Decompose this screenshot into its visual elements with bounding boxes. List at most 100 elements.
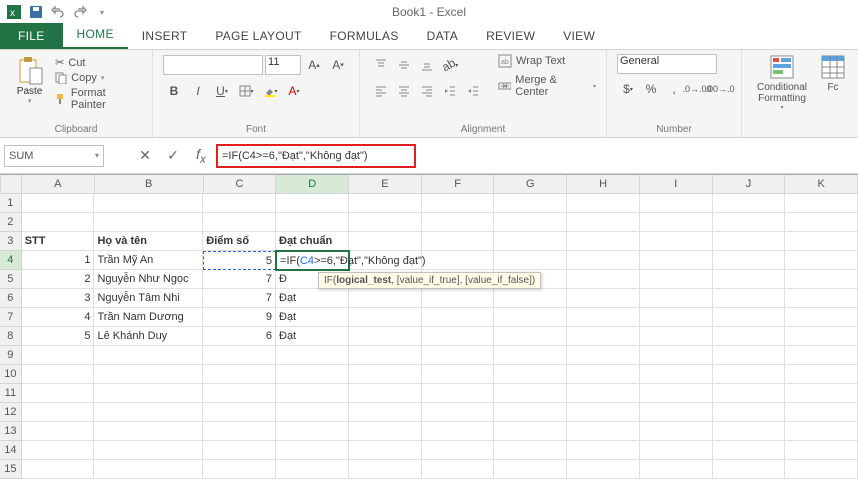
cell[interactable]: [785, 441, 858, 460]
enter-formula-button[interactable]: ✓: [160, 145, 186, 167]
cell[interactable]: [276, 441, 349, 460]
cell[interactable]: Trần Mỹ An: [94, 251, 203, 270]
cell[interactable]: [22, 213, 95, 232]
cell[interactable]: [567, 213, 640, 232]
copy-button[interactable]: Copy▾: [55, 72, 142, 84]
cell[interactable]: [203, 346, 276, 365]
format-painter-button[interactable]: Format Painter: [55, 87, 142, 111]
fill-color-button[interactable]: ▾: [259, 80, 281, 102]
cancel-formula-button[interactable]: ✕: [132, 145, 158, 167]
cell[interactable]: [640, 365, 713, 384]
cell[interactable]: STT: [22, 232, 95, 251]
cell[interactable]: 3: [22, 289, 95, 308]
col-head-f[interactable]: F: [422, 174, 495, 194]
cell[interactable]: [785, 289, 858, 308]
excel-icon[interactable]: x: [4, 2, 24, 22]
spreadsheet-grid[interactable]: A B C D E F G H I J K 1 2 3 STT Họ và tê…: [0, 174, 858, 479]
cell[interactable]: Đạt: [276, 289, 349, 308]
cell[interactable]: [567, 327, 640, 346]
cut-button[interactable]: ✂Cut: [55, 56, 142, 69]
cell[interactable]: [203, 194, 276, 213]
cell[interactable]: [276, 365, 349, 384]
font-size-select[interactable]: 11: [265, 55, 301, 75]
percent-button[interactable]: %: [640, 78, 662, 100]
cell[interactable]: [276, 384, 349, 403]
cell[interactable]: [494, 194, 567, 213]
cell[interactable]: [494, 327, 567, 346]
row-head[interactable]: 2: [0, 213, 22, 232]
cell[interactable]: [349, 403, 422, 422]
row-head[interactable]: 3: [0, 232, 22, 251]
cell[interactable]: [422, 251, 495, 270]
cell[interactable]: [349, 289, 422, 308]
cell[interactable]: [422, 232, 495, 251]
cell[interactable]: [713, 365, 786, 384]
cell[interactable]: [494, 365, 567, 384]
align-middle-button[interactable]: [393, 54, 415, 76]
cell[interactable]: Đạt: [276, 327, 349, 346]
cell-d4-editing[interactable]: =IF(C4>=6,"Đạt","Không đạt"): [276, 251, 349, 270]
align-bottom-button[interactable]: [416, 54, 438, 76]
row-head[interactable]: 9: [0, 346, 22, 365]
shrink-font-button[interactable]: A▾: [327, 54, 349, 76]
cell[interactable]: [785, 327, 858, 346]
tab-formulas[interactable]: FORMULAS: [316, 23, 413, 49]
cell[interactable]: [494, 460, 567, 479]
cell[interactable]: Đạt: [276, 308, 349, 327]
qat-more-icon[interactable]: ▾: [92, 2, 112, 22]
increase-indent-button[interactable]: [462, 80, 484, 102]
bold-button[interactable]: B: [163, 80, 185, 102]
cell[interactable]: [94, 460, 203, 479]
cell[interactable]: [203, 422, 276, 441]
cell[interactable]: [785, 422, 858, 441]
cell[interactable]: [349, 384, 422, 403]
cell[interactable]: [640, 251, 713, 270]
tab-review[interactable]: REVIEW: [472, 23, 549, 49]
cell[interactable]: [640, 441, 713, 460]
tab-home[interactable]: HOME: [63, 21, 128, 49]
italic-button[interactable]: I: [187, 80, 209, 102]
cell[interactable]: [785, 365, 858, 384]
cell[interactable]: [713, 422, 786, 441]
tab-view[interactable]: VIEW: [549, 23, 609, 49]
cell[interactable]: [785, 384, 858, 403]
col-head-d[interactable]: D: [276, 174, 349, 194]
cell[interactable]: [785, 308, 858, 327]
cell[interactable]: [494, 403, 567, 422]
cell[interactable]: [713, 289, 786, 308]
cell[interactable]: [785, 403, 858, 422]
cell[interactable]: 7: [203, 289, 276, 308]
tab-file[interactable]: FILE: [0, 23, 63, 49]
cell[interactable]: [713, 346, 786, 365]
row-head[interactable]: 15: [0, 460, 22, 479]
cell[interactable]: Đạt chuẩn: [276, 232, 349, 251]
cell[interactable]: [349, 346, 422, 365]
cell[interactable]: [22, 365, 95, 384]
col-head-j[interactable]: J: [713, 174, 786, 194]
cell[interactable]: [94, 422, 203, 441]
cell[interactable]: [94, 346, 203, 365]
cell[interactable]: [567, 308, 640, 327]
cell[interactable]: [422, 460, 495, 479]
col-head-c[interactable]: C: [204, 174, 277, 194]
row-head[interactable]: 14: [0, 441, 22, 460]
cell[interactable]: [349, 213, 422, 232]
align-left-button[interactable]: [370, 80, 392, 102]
cell[interactable]: [349, 327, 422, 346]
cell[interactable]: [494, 251, 567, 270]
cell[interactable]: [276, 403, 349, 422]
cell[interactable]: [713, 384, 786, 403]
cell[interactable]: [713, 441, 786, 460]
formula-input[interactable]: =IF(C4>=6,"Đạt","Không đạt"): [216, 144, 416, 168]
cell[interactable]: [494, 384, 567, 403]
cell[interactable]: [349, 422, 422, 441]
cell[interactable]: [785, 460, 858, 479]
cell[interactable]: [567, 365, 640, 384]
cell[interactable]: [713, 460, 786, 479]
number-format-select[interactable]: General: [617, 54, 717, 74]
cell[interactable]: [276, 194, 349, 213]
col-head-b[interactable]: B: [95, 174, 204, 194]
row-head[interactable]: 7: [0, 308, 22, 327]
cell[interactable]: [567, 441, 640, 460]
orientation-button[interactable]: ab▾: [439, 54, 461, 76]
